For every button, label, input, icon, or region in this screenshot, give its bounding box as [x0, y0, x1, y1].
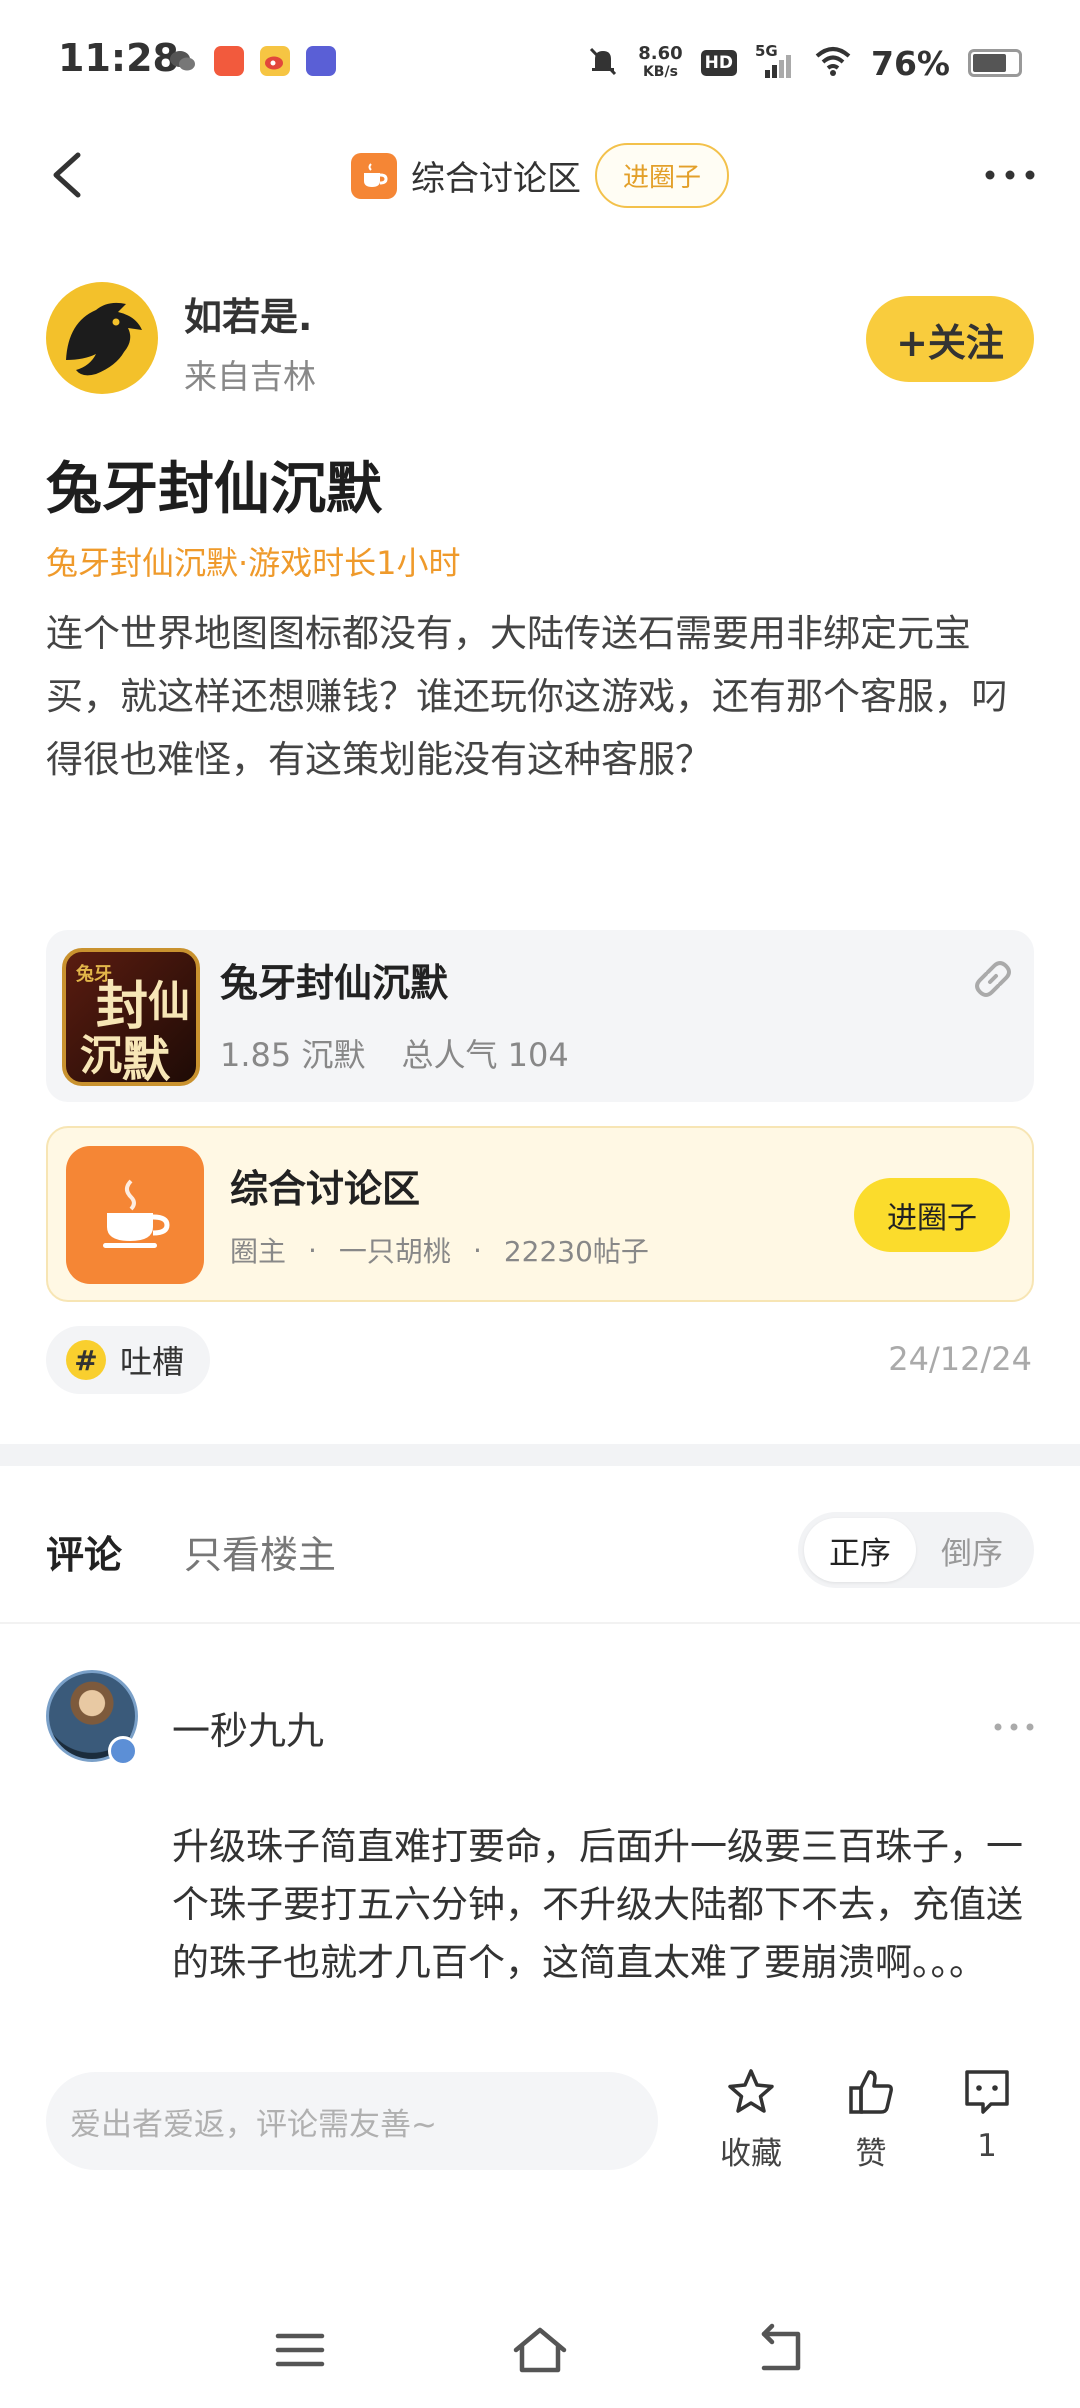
mute-icon	[586, 44, 620, 82]
verified-badge-icon	[108, 1736, 138, 1766]
author-avatar[interactable]	[46, 282, 158, 394]
network-speed: 8.60 KB/s	[638, 43, 683, 81]
more-dots-icon	[994, 1723, 1034, 1731]
system-navigation-bar	[0, 2290, 1080, 2408]
meta-separator: ·	[472, 1233, 482, 1267]
post-body: 连个世界地图图标都没有，大陆传送石需要用非绑定元宝买，就这样还想赚钱？谁还玩你这…	[46, 612, 1008, 781]
tieba-icon	[306, 46, 336, 76]
weibo-icon	[260, 46, 290, 76]
link-icon[interactable]	[970, 956, 1016, 1002]
divider	[0, 1622, 1080, 1624]
dragon-logo-icon	[66, 302, 142, 376]
battery-percent: 76%	[871, 43, 950, 83]
coffee-cup-icon	[350, 152, 397, 199]
wifi-icon	[813, 44, 853, 82]
menu-icon	[275, 2333, 325, 2367]
join-circle-button[interactable]: 进圈子	[594, 143, 729, 208]
game-logo-icon: 兔牙 封 仙 沉 默	[62, 948, 200, 1086]
signal-icon: 5G	[755, 42, 795, 80]
home-key[interactable]	[510, 2320, 570, 2380]
coffee-cup-icon	[66, 1146, 204, 1284]
status-bar: 11:28 8.60 KB/s HD 5G 76%	[0, 0, 1080, 125]
wechat-icon	[168, 46, 198, 76]
thumbs-up-icon	[849, 2070, 893, 2114]
comment-input[interactable]: 爱出者爱返，评论需友善~	[46, 2072, 658, 2170]
star-icon	[728, 2069, 774, 2113]
circle-name: 综合讨论区	[230, 1167, 421, 1211]
sort-toggle: 正序 倒序	[798, 1512, 1034, 1588]
more-dots-icon	[985, 170, 1035, 180]
commenter-name[interactable]: 一秒九九	[172, 1700, 324, 1755]
status-time: 11:28	[58, 36, 179, 80]
bottom-action-bar: 爱出者爱返，评论需友善~ 收藏 赞 1	[0, 2030, 1080, 2230]
favorite-button[interactable]: 收藏	[706, 2066, 796, 2173]
game-playtime-tag[interactable]: 兔牙封仙沉默·游戏时长1小时	[46, 538, 461, 584]
comment-count: 1	[977, 2128, 997, 2164]
sort-ascending-button[interactable]: 正序	[804, 1518, 916, 1582]
author-name[interactable]: 如若是.	[184, 286, 312, 341]
comment-body: 升级珠子简直难打要命，后面升一级要三百珠子，一个珠子要打五六分钟，不升级大陆都下…	[172, 1818, 1032, 2026]
comment-button[interactable]: 1	[942, 2066, 1032, 2164]
section-divider	[0, 1444, 1080, 1466]
join-circle-button[interactable]: 进圈子	[854, 1178, 1010, 1252]
author-location: 来自吉林	[184, 357, 316, 396]
post-date: 24/12/24	[888, 1340, 1032, 1378]
battery-icon	[968, 49, 1022, 77]
post-title: 兔牙封仙沉默	[46, 457, 382, 522]
like-button[interactable]: 赞	[826, 2066, 916, 2173]
meta-separator: ·	[308, 1233, 317, 1267]
hashtag-icon: #	[66, 1340, 106, 1380]
circle-post-count: 22230帖子	[503, 1235, 649, 1268]
circle-owner-name: 一只胡桃	[338, 1235, 451, 1268]
back-key[interactable]	[750, 2320, 810, 2380]
game-name: 兔牙封仙沉默	[220, 961, 449, 1005]
comment-bubble-icon	[965, 2070, 1009, 2114]
game-popularity: 总人气 104	[401, 1036, 569, 1074]
menu-key[interactable]	[270, 2320, 330, 2380]
circle-title[interactable]: 综合讨论区	[411, 151, 581, 200]
more-options-button[interactable]	[980, 155, 1040, 195]
game-version: 1.85 沉默	[220, 1036, 366, 1074]
like-label: 赞	[855, 2136, 887, 2172]
tab-owner-only[interactable]: 只看楼主	[184, 1524, 336, 1579]
home-icon	[513, 2327, 567, 2373]
back-return-icon	[761, 2323, 801, 2371]
circle-owner-label: 圈主	[230, 1235, 287, 1268]
video-app-icon	[214, 46, 244, 76]
favorite-label: 收藏	[720, 2136, 782, 2172]
topic-chip[interactable]: # 吐槽	[46, 1326, 211, 1394]
tab-comments[interactable]: 评论	[46, 1524, 122, 1579]
comment-text: 升级珠子简直难打要命，后面升一级要三百珠子，一个珠子要打五六分钟，不升级大陆都下…	[172, 1825, 1023, 1984]
sort-descending-button[interactable]: 倒序	[916, 1518, 1028, 1582]
follow-button[interactable]: +关注	[866, 296, 1034, 382]
comment-more-button[interactable]	[990, 1712, 1038, 1742]
game-card[interactable]: 兔牙 封 仙 沉 默 兔牙封仙沉默 1.85 沉默 总人气 104	[46, 930, 1034, 1102]
circle-card[interactable]: 综合讨论区 圈主 · 一只胡桃 · 22230帖子 进圈子	[46, 1126, 1034, 1302]
topic-label: 吐槽	[120, 1343, 185, 1381]
top-nav-bar: 综合讨论区 进圈子	[0, 125, 1080, 225]
hd-badge: HD	[700, 50, 737, 76]
